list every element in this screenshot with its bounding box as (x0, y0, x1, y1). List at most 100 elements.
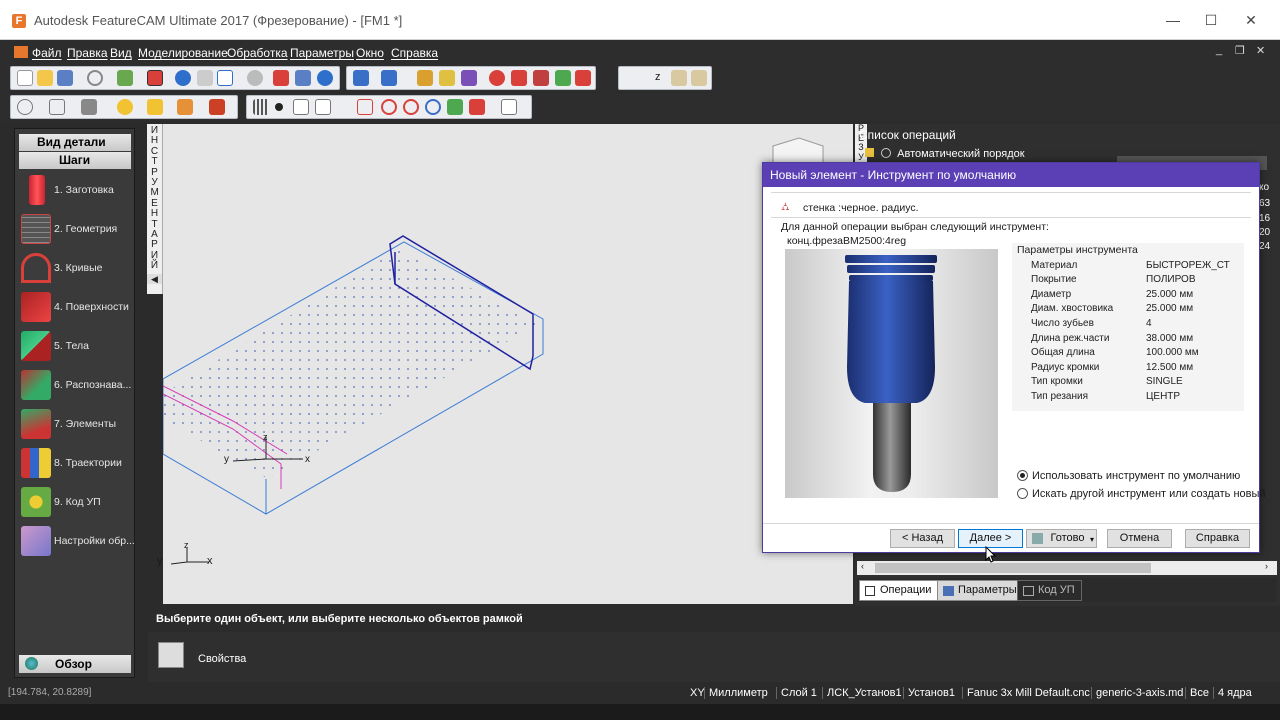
grid-icon[interactable] (253, 99, 269, 115)
properties-icon[interactable] (158, 642, 184, 668)
find-other-tool-option[interactable]: Искать другой инструмент или создать нов… (1017, 488, 1266, 500)
tab-operations[interactable]: Операции (859, 580, 939, 601)
find-other-radio[interactable] (1017, 488, 1028, 499)
menu-view[interactable]: Вид (110, 46, 132, 60)
step-toolpaths[interactable]: 8. Траектории (19, 446, 133, 484)
highlight-icon[interactable] (439, 70, 455, 86)
mdi-close-button[interactable]: ✕ (1256, 44, 1265, 57)
pocket-icon[interactable] (147, 99, 163, 115)
status-layer[interactable]: Слой 1 (776, 687, 821, 699)
step-surfaces[interactable]: 4. Поверхности (19, 290, 133, 328)
layer-icon[interactable] (447, 99, 463, 115)
zoom-hand-icon[interactable] (691, 70, 707, 86)
tab-nc-code[interactable]: Код УП (1017, 580, 1082, 601)
collapse-arrow-icon[interactable]: ◀ (147, 273, 162, 285)
status-ucs[interactable]: ЛСК_Установ1 (822, 687, 906, 699)
part-view-header[interactable]: Вид детали (19, 134, 131, 151)
scroll-right-icon[interactable]: › (1265, 561, 1268, 571)
status-post[interactable]: Fanuc 3x Mill Default.cnc (962, 687, 1094, 699)
polyline-icon[interactable] (17, 99, 33, 115)
step-features[interactable]: 7. Элементы (19, 407, 133, 445)
globe-icon[interactable] (175, 70, 191, 86)
back-button[interactable]: < Назад (890, 529, 955, 548)
status-setup[interactable]: Установ1 (903, 687, 959, 699)
step-solids[interactable]: 5. Тела (19, 329, 133, 367)
circle-tool-icon[interactable] (489, 70, 505, 86)
axis-snap-icon[interactable] (381, 70, 397, 86)
save-icon[interactable] (57, 70, 73, 86)
scrollbar-thumb[interactable] (875, 563, 1151, 573)
menu-edit[interactable]: Правка (67, 46, 108, 60)
overview-button[interactable]: Обзор (19, 655, 131, 673)
auto-order-radio[interactable] (881, 148, 892, 158)
point-icon[interactable] (275, 103, 283, 111)
step-machining-settings[interactable]: Настройки обр... (19, 524, 135, 562)
menu-machining[interactable]: Обработка (227, 46, 288, 60)
scroll-left-icon[interactable]: ‹ (861, 561, 864, 571)
point-snap-icon[interactable] (353, 70, 369, 86)
open-folder-icon[interactable] (37, 70, 53, 86)
document-icon[interactable] (14, 46, 28, 58)
sphere-icon[interactable] (117, 99, 133, 115)
tab-parameters[interactable]: Параметры (937, 580, 1024, 601)
cube-icon[interactable] (461, 70, 477, 86)
cancel-button[interactable]: Отмена (1107, 529, 1172, 548)
close-button[interactable]: ✕ (1236, 8, 1266, 32)
solid-tool-icon[interactable] (533, 70, 549, 86)
dot-icon[interactable] (627, 70, 643, 86)
pencil-icon[interactable] (417, 70, 433, 86)
box-icon[interactable] (469, 99, 485, 115)
step-geometry[interactable]: 2. Геометрия (19, 212, 133, 250)
surface-patch-icon[interactable] (81, 99, 97, 115)
move-icon[interactable] (87, 70, 103, 86)
use-default-radio[interactable] (1017, 470, 1028, 481)
viewport-canvas[interactable] (162, 124, 853, 604)
step-nc-code[interactable]: 9. Код УП (19, 485, 133, 523)
solid-icon[interactable] (117, 70, 133, 86)
select-arrow-icon[interactable] (217, 70, 233, 86)
surface-tool-icon[interactable] (555, 70, 571, 86)
step-recognition[interactable]: 6. Распознава... (19, 368, 133, 406)
feature-wizard-icon[interactable] (209, 99, 225, 115)
maximize-button[interactable]: ☐ (1196, 8, 1226, 32)
status-units[interactable]: Миллиметр (704, 687, 772, 699)
menu-window[interactable]: Окно (356, 46, 384, 60)
diagonal-line-icon[interactable] (337, 99, 353, 115)
drill-icon[interactable] (177, 99, 193, 115)
rotate-icon[interactable] (247, 70, 263, 86)
status-filter[interactable]: Все (1185, 687, 1213, 699)
menu-file[interactable]: Файл (32, 46, 62, 60)
shape-tool-icon[interactable] (511, 70, 527, 86)
tangent-icon[interactable] (425, 99, 441, 115)
ops-horizontal-scrollbar[interactable]: ‹ › (857, 561, 1277, 575)
minimize-button[interactable]: — (1158, 8, 1188, 32)
status-machine[interactable]: generic-3-axis.md (1091, 687, 1187, 699)
done-dropdown-icon[interactable]: ▾ (1090, 531, 1094, 548)
done-button[interactable]: Готово ▾ (1026, 529, 1097, 548)
properties-label[interactable]: Свойства (198, 653, 246, 665)
feature-tool-icon[interactable] (575, 70, 591, 86)
menu-help[interactable]: Справка (391, 46, 438, 60)
3d-viewport[interactable]: x y z x y z (157, 124, 853, 604)
vertical-line-icon[interactable] (293, 99, 309, 115)
crosshair-icon[interactable] (357, 99, 373, 115)
print-icon[interactable] (273, 70, 289, 86)
toolbox-vertical-tab[interactable]: ИНСТРУМЕНТАРИЙ ◀ (147, 124, 163, 294)
steps-header[interactable]: Шаги (19, 152, 131, 169)
help-icon[interactable] (317, 70, 333, 86)
curve-icon[interactable] (49, 99, 65, 115)
pan-hand-icon[interactable] (671, 70, 687, 86)
use-default-tool-option[interactable]: Использовать инструмент по умолчанию (1017, 470, 1240, 482)
snap-settings-icon[interactable] (501, 99, 517, 115)
auto-order-option[interactable]: Автоматический порядок (865, 148, 1025, 160)
menu-modeling[interactable]: Моделирование (138, 46, 228, 60)
step-curves[interactable]: 3. Кривые (19, 251, 133, 289)
horizontal-line-icon[interactable] (315, 99, 331, 115)
circle-center-icon[interactable] (381, 99, 397, 115)
new-file-icon[interactable] (17, 70, 33, 86)
circle-edge-icon[interactable] (403, 99, 419, 115)
properties-icon[interactable] (295, 70, 311, 86)
eraser-icon[interactable] (147, 70, 163, 86)
step-stock[interactable]: 1. Заготовка (19, 173, 133, 211)
mdi-minimize-button[interactable]: _ (1216, 44, 1222, 56)
